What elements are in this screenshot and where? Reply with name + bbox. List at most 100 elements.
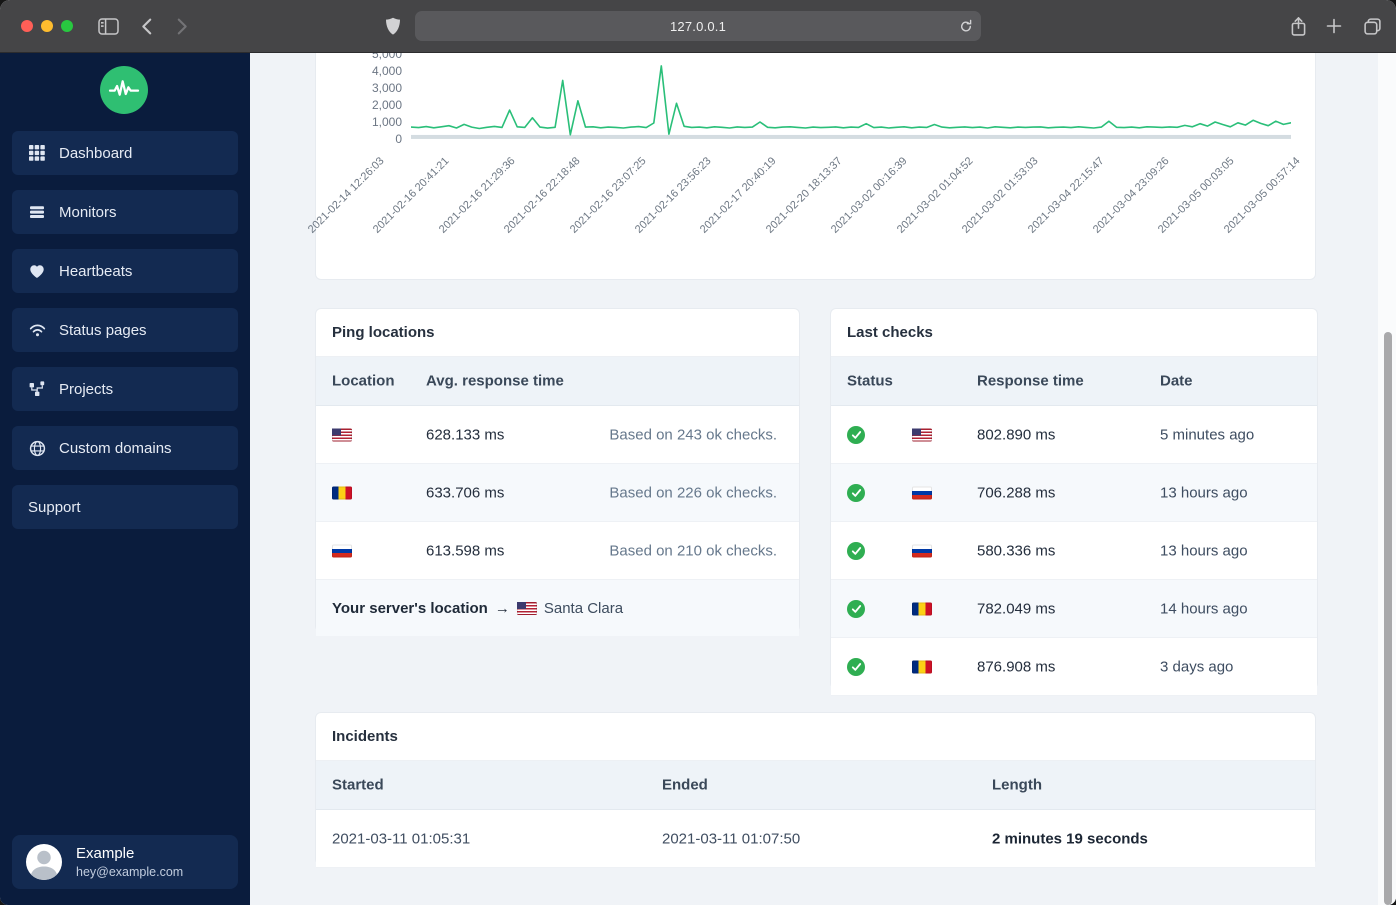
arrow-right-icon: → xyxy=(494,599,510,617)
browser-chrome: 127.0.0.1 xyxy=(0,0,1396,53)
url-text: 127.0.0.1 xyxy=(669,18,726,34)
sidebar-item-projects[interactable]: Projects xyxy=(12,367,238,411)
response-time-chart xyxy=(411,65,1291,139)
sidebar-item-label: Support xyxy=(28,498,81,516)
status-ok-icon xyxy=(847,599,865,618)
heart-icon xyxy=(28,263,46,280)
server-location-value: Santa Clara xyxy=(543,599,624,617)
tab-overview-icon[interactable] xyxy=(1354,0,1390,52)
sidebar-item-support[interactable]: Support xyxy=(12,485,238,529)
sidebar-item-label: Projects xyxy=(59,380,114,398)
column-status: Status xyxy=(847,372,893,390)
incident-row: 2021-03-11 01:05:31 2021-03-11 01:07:50 2 … xyxy=(316,810,1315,868)
server-location-footer: Your server's location → Santa Clara xyxy=(316,580,799,636)
avatar xyxy=(26,844,62,880)
flag-ro-icon xyxy=(912,602,932,615)
sidebar-item-heartbeats[interactable]: Heartbeats xyxy=(12,249,238,293)
share-icon[interactable] xyxy=(1282,0,1314,52)
scrollbar[interactable] xyxy=(1384,332,1392,905)
status-ok-icon xyxy=(847,483,865,502)
server-location-label: Your server's location xyxy=(332,599,488,617)
sidebar-item-label: Heartbeats xyxy=(59,262,133,280)
list-icon xyxy=(28,204,46,221)
sidebar-item-label: Dashboard xyxy=(59,144,133,162)
check-date: 13 hours ago xyxy=(1160,542,1248,559)
ok-checks-note: Based on 243 ok checks. xyxy=(609,426,777,443)
back-button[interactable] xyxy=(132,0,160,52)
incidents-header: Started Ended Length xyxy=(316,761,1315,810)
maximize-window-button[interactable] xyxy=(61,20,73,32)
last-checks-title: Last checks xyxy=(831,309,1317,357)
ok-checks-note: Based on 226 ok checks. xyxy=(609,484,777,501)
sidebar-item-custom-domains[interactable]: Custom domains xyxy=(12,426,238,470)
sidebar-item-dashboard[interactable]: Dashboard xyxy=(12,131,238,175)
column-length: Length xyxy=(992,776,1042,794)
flag-ro-icon xyxy=(912,660,932,673)
y-tick-label: 1,000 xyxy=(371,115,402,129)
sidebar-item-label: Custom domains xyxy=(59,439,172,457)
ping-location-row: 633.706 ms Based on 226 ok checks. xyxy=(316,464,799,522)
check-date: 14 hours ago xyxy=(1160,600,1248,617)
new-tab-icon[interactable] xyxy=(1318,0,1350,52)
sidebar: Dashboard Monitors Heartbeats Status pages P… xyxy=(0,52,250,905)
avg-response-time: 613.598 ms xyxy=(426,542,505,559)
response-time: 876.908 ms xyxy=(977,658,1056,675)
avg-response-time: 633.706 ms xyxy=(426,484,505,501)
user-name: Example xyxy=(76,845,135,862)
shield-icon xyxy=(380,0,406,52)
column-avg-response-time: Avg. response time xyxy=(426,372,564,390)
y-tick-label: 0 xyxy=(395,132,402,146)
close-window-button[interactable] xyxy=(21,20,33,32)
response-time: 802.890 ms xyxy=(977,426,1056,443)
sidebar-item-status-pages[interactable]: Status pages xyxy=(12,308,238,352)
y-tick-label: 2,000 xyxy=(371,98,402,112)
last-checks-rows: 802.890 ms 5 minutes ago 706.288 ms 13 hour… xyxy=(831,406,1317,696)
ping-locations-rows: 628.133 ms Based on 243 ok checks. 633.706… xyxy=(316,406,799,580)
sidebar-toggle-icon[interactable] xyxy=(90,0,126,52)
minimize-window-button[interactable] xyxy=(41,20,53,32)
column-location: Location xyxy=(332,372,395,390)
y-tick-label: 4,000 xyxy=(371,64,402,78)
response-time: 706.288 ms xyxy=(977,484,1056,501)
check-date: 5 minutes ago xyxy=(1160,426,1255,443)
url-bar[interactable]: 127.0.0.1 xyxy=(415,11,981,41)
column-ended: Ended xyxy=(662,776,708,794)
column-response-time: Response time xyxy=(977,372,1084,390)
last-checks-card: Last checks Status Response time Date 80… xyxy=(830,308,1318,696)
flag-us-icon xyxy=(332,428,352,441)
ping-locations-header: Location Avg. response time xyxy=(316,357,799,406)
sitemap-icon xyxy=(28,381,46,398)
sidebar-item-label: Status pages xyxy=(59,321,147,339)
flag-us-icon xyxy=(516,601,537,615)
flag-ru-icon xyxy=(912,486,932,499)
last-check-row: 580.336 ms 13 hours ago xyxy=(831,522,1317,580)
user-email: hey@example.com xyxy=(76,865,184,879)
response-time-chart-card: 0 1,000 2,000 3,000 4,000 5,000 2021-02-14 12… xyxy=(306,52,1316,280)
incident-started: 2021-03-11 01:05:31 xyxy=(332,830,471,847)
y-tick-label: 5,000 xyxy=(371,52,402,61)
status-ok-icon xyxy=(847,541,865,560)
globe-icon xyxy=(28,440,46,457)
last-check-row: 876.908 ms 3 days ago xyxy=(831,638,1317,696)
forward-button[interactable] xyxy=(168,0,196,52)
column-started: Started xyxy=(332,776,384,794)
main-content: 0 1,000 2,000 3,000 4,000 5,000 2021-02-14 12… xyxy=(250,52,1396,905)
ping-location-row: 613.598 ms Based on 210 ok checks. xyxy=(316,522,799,580)
incidents-rows: 2021-03-11 01:05:31 2021-03-11 01:07:50 2 … xyxy=(316,810,1315,868)
incident-length: 2 minutes 19 seconds xyxy=(992,830,1148,847)
user-card[interactable]: Example hey@example.com xyxy=(12,835,238,889)
status-ok-icon xyxy=(847,657,865,676)
y-tick-label: 3,000 xyxy=(371,81,402,95)
column-date: Date xyxy=(1160,372,1193,390)
sidebar-item-monitors[interactable]: Monitors xyxy=(12,190,238,234)
ok-checks-note: Based on 210 ok checks. xyxy=(609,542,777,559)
flag-ru-icon xyxy=(912,544,932,557)
app-logo-pulse-icon[interactable] xyxy=(100,66,148,114)
reload-icon[interactable] xyxy=(959,19,973,34)
browser-window: 127.0.0.1 Dashboard Monitors Heartbeats … xyxy=(0,0,1396,905)
last-checks-header: Status Response time Date xyxy=(831,357,1317,406)
user-info: Example hey@example.com xyxy=(76,845,183,879)
incidents-title: Incidents xyxy=(316,713,1315,761)
response-time: 782.049 ms xyxy=(977,600,1056,617)
flag-ru-icon xyxy=(332,544,352,557)
